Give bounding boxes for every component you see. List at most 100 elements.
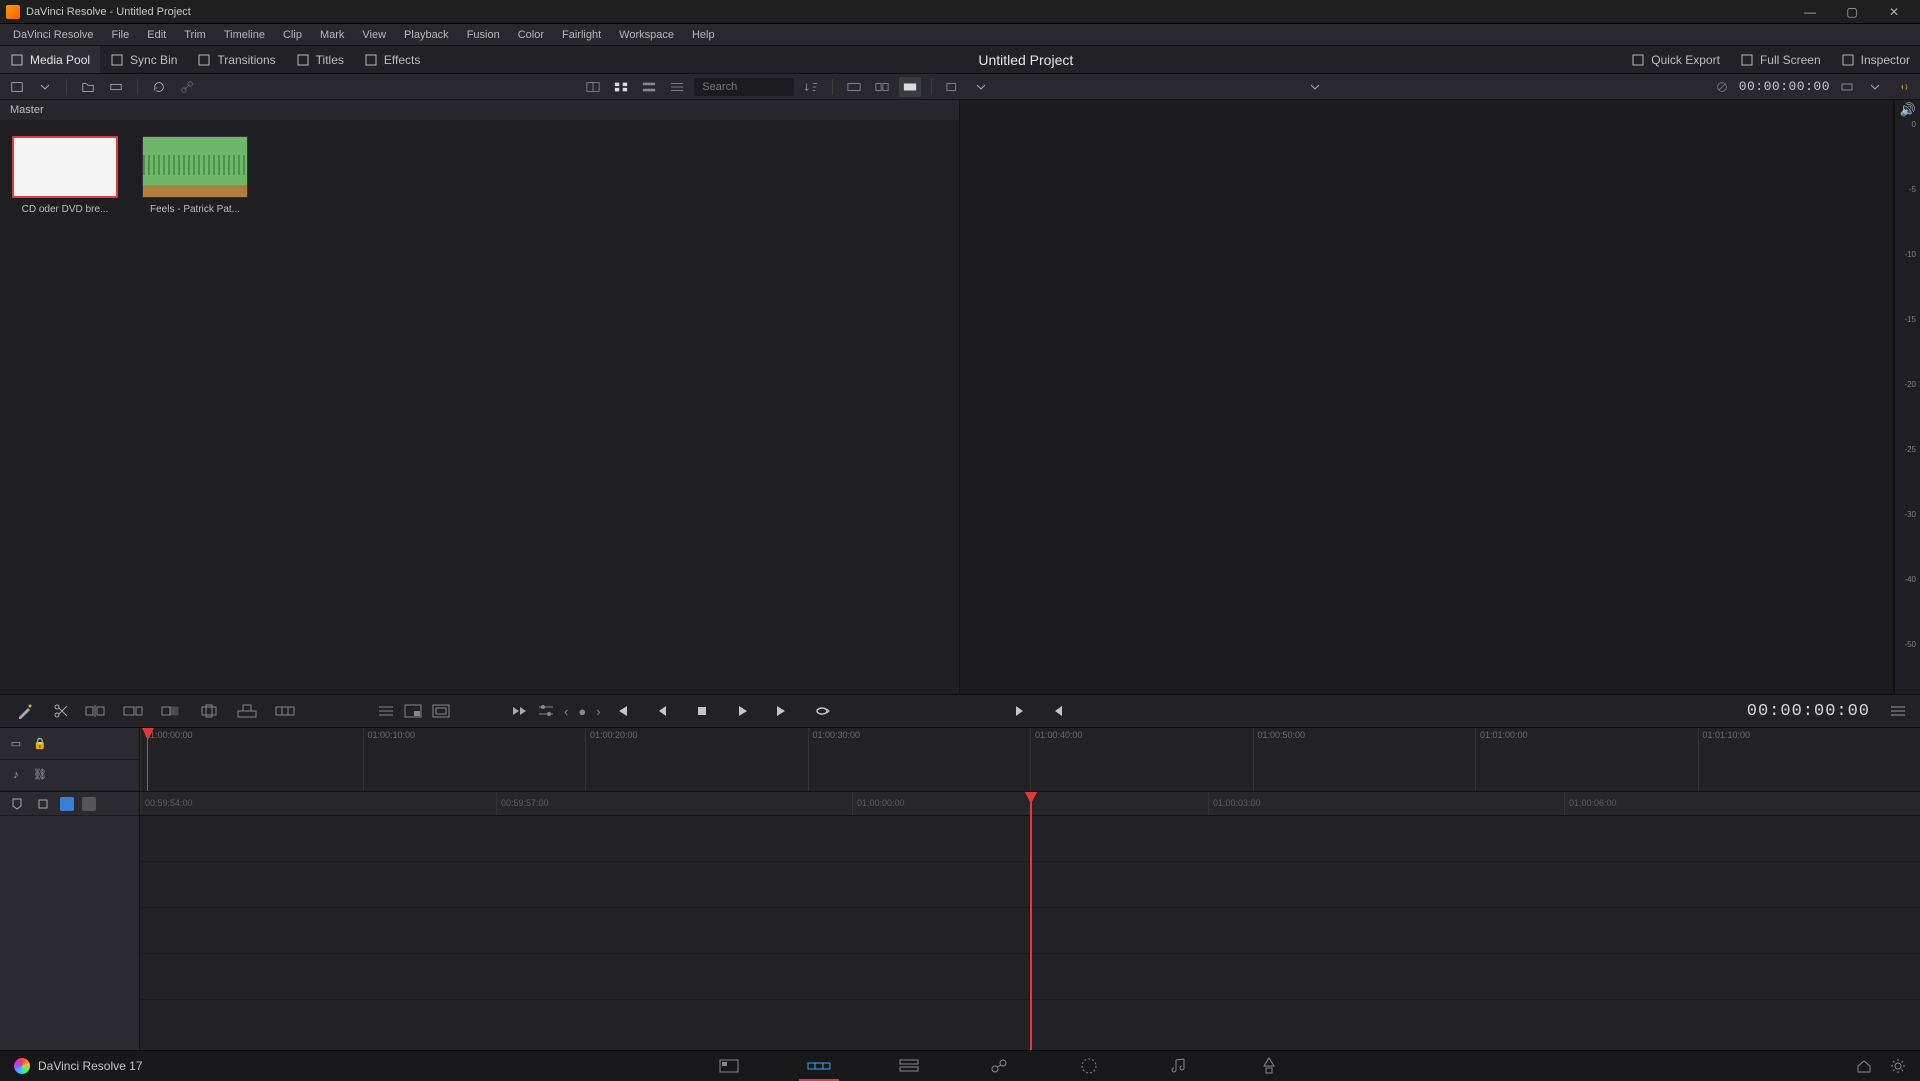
refresh-button[interactable] xyxy=(148,77,170,97)
strip-view-button[interactable] xyxy=(638,77,660,97)
source-timecode[interactable]: 00:00:00:00 xyxy=(1739,79,1830,94)
sync-bin-panel-button[interactable]: Sync Bin xyxy=(100,46,187,73)
resolution-dropdown[interactable] xyxy=(942,77,964,97)
menu-file[interactable]: File xyxy=(103,27,139,43)
effects-panel-button[interactable]: Effects xyxy=(354,46,430,73)
play-button[interactable] xyxy=(731,700,753,722)
sort-button[interactable] xyxy=(800,77,822,97)
menu-fairlight[interactable]: Fairlight xyxy=(553,27,610,43)
edit-page-button[interactable] xyxy=(885,1051,933,1081)
picture-in-picture-button[interactable] xyxy=(404,704,422,718)
menu-mark[interactable]: Mark xyxy=(311,27,353,43)
tools-dropdown[interactable] xyxy=(378,704,394,718)
fairlight-page-button[interactable] xyxy=(1155,1051,1203,1081)
meter-tick: -25 xyxy=(1904,445,1916,454)
menu-davinci-resolve[interactable]: DaVinci Resolve xyxy=(4,27,103,43)
split-icon[interactable] xyxy=(50,700,72,722)
deliver-page-button[interactable] xyxy=(1245,1051,1293,1081)
search-input[interactable] xyxy=(694,78,794,96)
ruler-tick: 01:00:00:00 xyxy=(140,728,363,791)
menu-view[interactable]: View xyxy=(353,27,395,43)
menu-timeline[interactable]: Timeline xyxy=(215,27,274,43)
next-edit-button[interactable] xyxy=(1013,704,1027,718)
inspector-panel-button[interactable]: Inspector xyxy=(1831,46,1920,73)
minimize-button[interactable]: — xyxy=(1790,1,1830,23)
close-up-button[interactable] xyxy=(196,701,222,721)
menu-trim[interactable]: Trim xyxy=(175,27,215,43)
jog-dot-icon[interactable]: ● xyxy=(578,704,586,719)
timeline-menu-button[interactable] xyxy=(1890,704,1906,718)
volume-icon[interactable]: 🔊 xyxy=(1900,102,1916,118)
timecode-dropdown[interactable] xyxy=(1864,77,1886,97)
source-clip-button[interactable] xyxy=(899,77,921,97)
smart-insert-button[interactable] xyxy=(82,701,108,721)
resolution-dropdown-arrow[interactable] xyxy=(970,77,992,97)
source-tape-button[interactable] xyxy=(871,77,893,97)
clip-thumbnail[interactable]: CD oder DVD bre... xyxy=(10,136,120,215)
prev-edit-button[interactable] xyxy=(1051,704,1065,718)
fast-review-button[interactable] xyxy=(510,704,528,718)
import-media-button[interactable] xyxy=(6,77,28,97)
color-page-button[interactable] xyxy=(1065,1051,1113,1081)
import-dropdown[interactable] xyxy=(34,77,56,97)
new-bin-button[interactable] xyxy=(77,77,99,97)
transitions-panel-button[interactable]: Transitions xyxy=(187,46,285,73)
timeline-options-button[interactable] xyxy=(538,704,554,718)
ripple-overwrite-button[interactable] xyxy=(158,701,184,721)
loop-button[interactable] xyxy=(811,700,833,722)
new-timeline-button[interactable] xyxy=(105,77,127,97)
media-pool-panel-button[interactable]: Media Pool xyxy=(0,46,100,73)
bin-path[interactable]: Master xyxy=(0,100,959,120)
boring-detector-button[interactable] xyxy=(843,77,865,97)
timeline-dropdown-arrow[interactable] xyxy=(1304,77,1326,97)
source-overwrite-button[interactable] xyxy=(272,701,298,721)
fusion-page-button[interactable] xyxy=(975,1051,1023,1081)
lock-track-icon[interactable]: 🔒 xyxy=(32,735,48,751)
jog-next-icon[interactable]: › xyxy=(596,704,600,719)
video-track-icon[interactable]: ▭ xyxy=(8,735,24,751)
timecode-mode-button[interactable] xyxy=(1836,77,1858,97)
cut-page-button[interactable] xyxy=(795,1051,843,1081)
next-frame-button[interactable] xyxy=(771,700,793,722)
timeline-audio-toggle[interactable] xyxy=(82,797,96,811)
upper-ruler[interactable]: 01:00:00:0001:00:10:0001:00:20:0001:00:3… xyxy=(140,728,1920,791)
full-screen-panel-button[interactable]: Full Screen xyxy=(1730,46,1831,73)
titles-panel-button[interactable]: Titles xyxy=(286,46,354,73)
first-frame-button[interactable] xyxy=(611,700,633,722)
menu-workspace[interactable]: Workspace xyxy=(610,27,683,43)
append-button[interactable] xyxy=(120,701,146,721)
lower-playhead[interactable] xyxy=(1030,792,1032,1050)
safe-area-button[interactable] xyxy=(432,704,450,718)
prev-frame-button[interactable] xyxy=(651,700,673,722)
jog-prev-icon[interactable]: ‹ xyxy=(564,704,568,719)
menu-edit[interactable]: Edit xyxy=(138,27,175,43)
thumbnail-view-button[interactable] xyxy=(610,77,632,97)
audio-track-icon[interactable]: ♪ xyxy=(8,767,24,783)
metadata-view-button[interactable] xyxy=(582,77,604,97)
close-button[interactable]: ✕ xyxy=(1874,1,1914,23)
menu-fusion[interactable]: Fusion xyxy=(458,27,509,43)
audio-trim-button[interactable] xyxy=(1892,77,1914,97)
list-view-button[interactable] xyxy=(666,77,688,97)
viewer-panel[interactable] xyxy=(960,100,1894,694)
maximize-button[interactable]: ▢ xyxy=(1832,1,1872,23)
timeline-flag-button[interactable] xyxy=(34,795,52,813)
link-button[interactable] xyxy=(176,77,198,97)
bypass-color-button[interactable] xyxy=(1711,77,1733,97)
quick-export-panel-button[interactable]: Quick Export xyxy=(1621,46,1730,73)
menu-clip[interactable]: Clip xyxy=(274,27,311,43)
viewer-timecode[interactable]: 00:00:00:00 xyxy=(1747,702,1870,721)
smart-edit-icon[interactable] xyxy=(14,700,36,722)
stop-button[interactable] xyxy=(691,700,713,722)
clip-thumbnail[interactable]: Feels - Patrick Pat... xyxy=(140,136,250,215)
sync-lock-icon[interactable]: ⛓ xyxy=(32,767,48,783)
timeline-color-button[interactable] xyxy=(60,797,74,811)
menu-help[interactable]: Help xyxy=(683,27,724,43)
menu-color[interactable]: Color xyxy=(509,27,553,43)
menu-playback[interactable]: Playback xyxy=(395,27,458,43)
project-settings-button[interactable] xyxy=(1890,1058,1906,1074)
home-button[interactable] xyxy=(1856,1058,1872,1074)
media-page-button[interactable] xyxy=(705,1051,753,1081)
place-on-top-button[interactable] xyxy=(234,701,260,721)
timeline-marker-button[interactable] xyxy=(8,795,26,813)
